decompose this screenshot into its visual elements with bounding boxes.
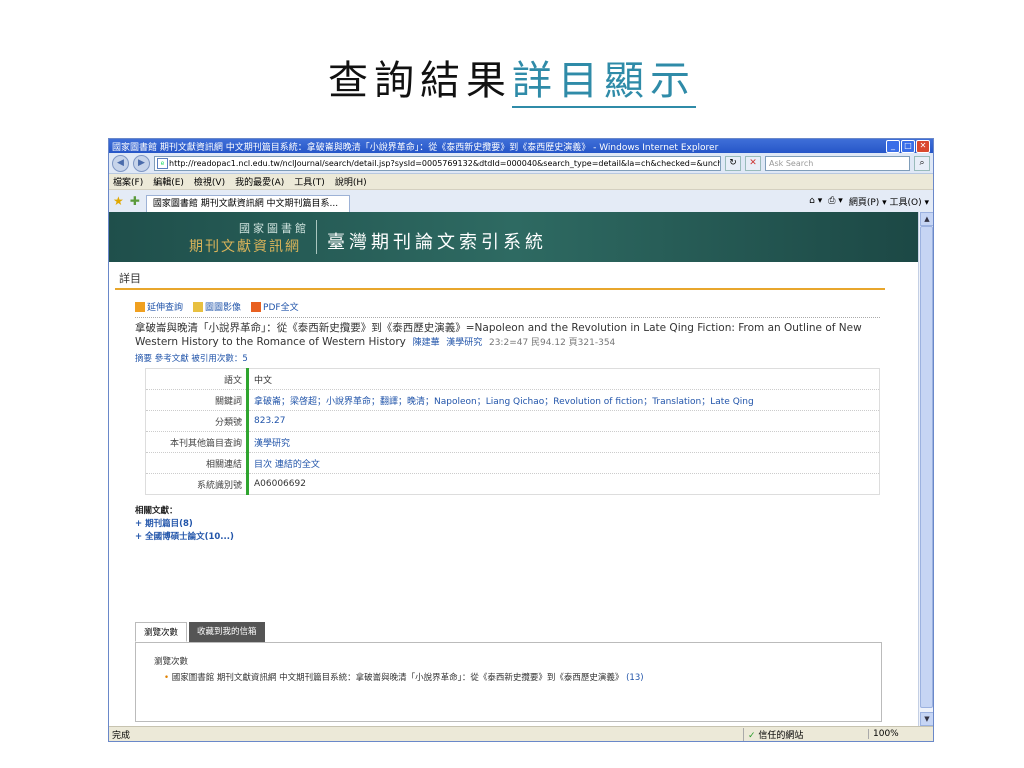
record-tools: 延伸查詢 圖圖影像 PDF全文 — [115, 300, 885, 313]
menu-tools[interactable]: 工具(T) — [294, 175, 325, 188]
stop-icon[interactable]: ✕ — [745, 155, 761, 171]
close-button[interactable]: ✕ — [916, 139, 930, 153]
tab-views[interactable]: 瀏覽次數 — [135, 622, 188, 642]
search-icon[interactable]: ⌕ — [914, 155, 930, 171]
security-zone: ✓ 信任的網站 — [743, 727, 868, 741]
site-banner: 國家圖書館 期刊文獻資訊網 臺灣期刊論文索引系統 — [109, 212, 919, 262]
detail-panel: 詳目 延伸查詢 圖圖影像 PDF全文 拿破崙與晚清「小說界革命」：從《泰西新史攬… — [115, 270, 885, 722]
menu-edit[interactable]: 編輯(E) — [153, 175, 184, 188]
vertical-scrollbar[interactable]: ▲ ▼ — [918, 212, 933, 726]
page-icon: e — [157, 157, 168, 169]
table-row: 關鍵詞 拿破崙；梁啓超；小說界革命；翻譯；晚清；Napoleon；Liang Qi… — [145, 389, 880, 411]
portal-name: 期刊文獻資訊網 — [189, 239, 301, 255]
table-row: 語文 中文 — [145, 368, 880, 390]
menu-help[interactable]: 說明(H) — [335, 175, 367, 188]
scroll-up-icon[interactable]: ▲ — [920, 212, 933, 226]
menu-favorites[interactable]: 我的最愛(A) — [235, 175, 284, 188]
tab-bar: ★ ✚ 國家圖書館 期刊文獻資訊網 中文期刊篇目系... ⌂ ▾ ⎙ ▾ 網頁(… — [109, 190, 933, 213]
search-icon — [135, 302, 145, 312]
slide-title-main: 查詢結果 — [328, 58, 512, 104]
zoom-level[interactable]: 100% — [868, 729, 933, 739]
record-title: 拿破崙與晚清「小說界革命」：從《泰西新史攬要》到《泰西歷史演義》=Napoleo… — [135, 317, 880, 350]
table-row: 本刊其他篇目查詢 漢學研究 — [145, 431, 880, 453]
window-titlebar: 國家圖書館 期刊文獻資訊網 中文期刊篇目系統：拿破崙與晚清「小說界革命」：從《泰… — [109, 139, 933, 153]
library-name: 國家圖書館 — [239, 222, 309, 235]
menu-view[interactable]: 檢視(V) — [194, 175, 225, 188]
image-button[interactable]: 圖圖影像 — [193, 300, 241, 313]
address-bar: ◀ ▶ e http://readopac1.ncl.edu.tw/nclJour… — [109, 153, 933, 174]
maximize-button[interactable]: □ — [901, 139, 915, 153]
image-icon — [193, 302, 204, 312]
print-icon[interactable]: ⎙ ▾ — [828, 196, 843, 206]
tab-mailbox[interactable]: 收藏到我的信箱 — [189, 622, 265, 642]
detail-table: 語文 中文 關鍵詞 拿破崙；梁啓超；小說界革命；翻譯；晚清；Napoleon；Lia… — [145, 368, 880, 495]
record-author[interactable]: 陳建華 — [413, 338, 440, 348]
extended-search-button[interactable]: 延伸查詢 — [135, 300, 183, 313]
browser-window: 國家圖書館 期刊文獻資訊網 中文期刊篇目系統：拿破崙與晚清「小說界革命」：從《泰… — [108, 138, 934, 742]
home-icon[interactable]: ⌂ ▾ — [809, 196, 822, 206]
search-input[interactable]: Ask Search — [765, 155, 910, 171]
history-box: 瀏覽次數 • 國家圖書館 期刊文獻資訊網 中文期刊篇目系統：拿破崙與晚清「小說界… — [135, 642, 882, 722]
status-text: 完成 — [112, 730, 131, 741]
menu-file[interactable]: 檔案(F) — [113, 175, 143, 188]
table-row: 分類號 823.27 — [145, 410, 880, 432]
check-icon: ✓ — [748, 730, 756, 741]
menu-bar: 檔案(F) 編輯(E) 檢視(V) 我的最愛(A) 工具(T) 說明(H) — [109, 174, 933, 190]
favorites-star-icon[interactable]: ★ — [113, 194, 124, 208]
record-meta: 23:2=47 民94.12 頁321-354 — [488, 338, 616, 348]
back-icon[interactable]: ◀ — [112, 154, 129, 172]
panel-heading: 詳目 — [115, 270, 885, 290]
pdf-icon — [251, 302, 262, 312]
status-bar: 完成 ✓ 信任的網站 100% — [109, 726, 933, 741]
browser-tab[interactable]: 國家圖書館 期刊文獻資訊網 中文期刊篇目系... — [145, 195, 350, 212]
pdf-button[interactable]: PDF全文 — [251, 300, 299, 313]
slide-title-highlight: 詳目顯示 — [512, 58, 696, 108]
slide-title: 查詢結果詳目顯示 — [0, 48, 1024, 108]
table-row: 系統識別號 A06006692 — [145, 473, 880, 495]
url-field[interactable]: e http://readopac1.ncl.edu.tw/nclJournal/… — [154, 155, 721, 171]
history-item[interactable]: • 國家圖書館 期刊文獻資訊網 中文期刊篇目系統：拿破崙與晚清「小說界革命」：從… — [164, 671, 881, 683]
record-journal[interactable]: 漢學研究 — [446, 338, 482, 348]
command-bar-menus[interactable]: 網頁(P) ▾ 工具(O) ▾ — [849, 195, 929, 208]
history-heading: 瀏覽次數 — [154, 657, 189, 667]
scroll-thumb[interactable] — [920, 226, 933, 708]
related-theses-link[interactable]: + 全國博碩士論文(10...) — [135, 531, 885, 544]
window-title: 國家圖書館 期刊文獻資訊網 中文期刊篇目系統：拿破崙與晚清「小說界革命」：從《泰… — [112, 142, 719, 153]
system-name: 臺灣期刊論文索引系統 — [327, 232, 547, 253]
related-docs: 相關文獻： + 期刊篇目(8) + 全國博碩士論文(10...) — [135, 505, 885, 544]
forward-icon[interactable]: ▶ — [133, 154, 150, 172]
page-content: 國家圖書館 期刊文獻資訊網 臺灣期刊論文索引系統 詳目 延伸查詢 圖圖影像 PD… — [109, 212, 919, 726]
scroll-down-icon[interactable]: ▼ — [920, 712, 933, 726]
add-favorite-icon[interactable]: ✚ — [130, 194, 140, 208]
refresh-icon[interactable]: ↻ — [725, 155, 741, 171]
minimize-button[interactable]: _ — [886, 139, 900, 153]
bottom-tabs: 瀏覽次數 收藏到我的信箱 — [135, 622, 265, 642]
related-journals-link[interactable]: + 期刊篇目(8) — [135, 518, 885, 531]
table-row: 相關連結 目次 連結的全文 — [145, 452, 880, 474]
record-links[interactable]: 摘要 參考文獻 被引用次數：5 — [135, 352, 885, 364]
